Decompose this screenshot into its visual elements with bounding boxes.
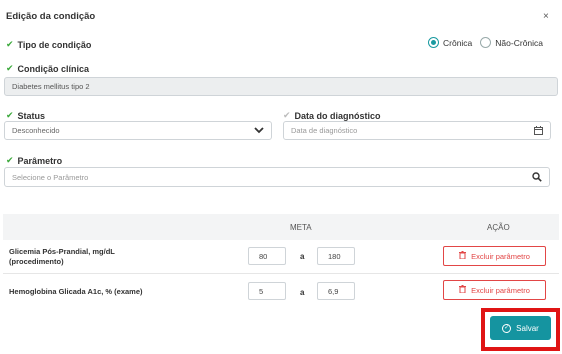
- row-name-line2: (procedimento): [9, 257, 64, 266]
- meta-max-input[interactable]: 180: [317, 247, 355, 265]
- table-row-name: Hemoglobina Glicada A1c, % (exame): [9, 287, 143, 297]
- modal-title: Edição da condição: [6, 11, 96, 22]
- radio-nao-cronica-label[interactable]: Não-Crônica: [495, 38, 543, 48]
- radio-nao-cronica[interactable]: Não-Crônica: [480, 37, 543, 48]
- tipo-condicao-radio-group: Crônica Não-Crônica: [428, 37, 551, 48]
- tipo-condicao-text: Tipo de condição: [17, 39, 92, 50]
- row-name-line1: Glicemia Pós-Prandial, mg/dL: [9, 247, 115, 256]
- data-diagnostico-label: ✔ Data do diagnóstico: [283, 110, 381, 121]
- parametro-placeholder: Selecione o Parâmetro: [12, 172, 89, 182]
- status-select[interactable]: Desconhecido: [4, 121, 272, 140]
- calendar-icon[interactable]: [534, 126, 543, 135]
- data-diagnostico-placeholder: Data de diagnóstico: [291, 126, 358, 135]
- radio-cronica-label[interactable]: Crônica: [443, 38, 472, 48]
- meta-min-input[interactable]: 5: [248, 282, 286, 300]
- row-divider: [3, 273, 559, 274]
- chevron-down-icon[interactable]: [254, 127, 264, 134]
- meta-min-input[interactable]: 80: [248, 247, 286, 265]
- condicao-clinica-value: Diabetes mellitus tipo 2: [12, 82, 90, 91]
- meta-max-input[interactable]: 6,9: [317, 282, 355, 300]
- excluir-parametro-button[interactable]: Excluir parâmetro: [443, 280, 546, 300]
- check-icon: ✔: [6, 39, 14, 49]
- data-diagnostico-input[interactable]: Data de diagnóstico: [283, 121, 551, 140]
- parametro-search-input[interactable]: Selecione o Parâmetro: [4, 167, 550, 187]
- radio-nao-cronica-indicator[interactable]: [480, 37, 492, 48]
- check-icon: ✔: [6, 155, 14, 165]
- condicao-clinica-text: Condição clínica: [17, 63, 90, 74]
- range-separator: a: [300, 288, 305, 297]
- table-header-meta: META: [290, 223, 312, 232]
- status-value: Desconhecido: [12, 126, 60, 135]
- search-icon[interactable]: [532, 172, 542, 182]
- check-icon: ✔: [6, 63, 14, 73]
- check-icon: ✔: [283, 110, 291, 120]
- check-icon: ✔: [6, 110, 14, 120]
- excluir-parametro-label: Excluir parâmetro: [471, 251, 530, 261]
- condicao-clinica-label: ✔ Condição clínica: [6, 63, 89, 74]
- radio-cronica[interactable]: Crônica: [428, 37, 472, 48]
- parametro-label: ✔ Parâmetro: [6, 155, 62, 166]
- data-diagnostico-text: Data do diagnóstico: [294, 110, 381, 121]
- excluir-parametro-label: Excluir parâmetro: [471, 285, 530, 295]
- status-text: Status: [17, 110, 46, 121]
- excluir-parametro-button[interactable]: Excluir parâmetro: [443, 246, 546, 266]
- parametro-text: Parâmetro: [17, 155, 63, 166]
- table-header: META AÇÃO: [3, 214, 559, 240]
- table-row-name: Glicemia Pós-Prandial, mg/dL (procedimen…: [9, 247, 115, 267]
- close-icon[interactable]: ×: [543, 11, 549, 23]
- row-name-line1: Hemoglobina Glicada A1c, % (exame): [9, 287, 143, 296]
- condicao-clinica-field: Diabetes mellitus tipo 2: [4, 77, 558, 96]
- trash-icon: [459, 251, 467, 261]
- check-circle-icon: ✓: [502, 323, 512, 333]
- tipo-condicao-label: ✔ Tipo de condição: [6, 39, 91, 50]
- trash-icon: [459, 285, 467, 295]
- save-button-label: Salvar: [516, 323, 539, 333]
- table-header-acao: AÇÃO: [487, 223, 510, 232]
- radio-cronica-indicator[interactable]: [428, 37, 439, 48]
- save-button[interactable]: ✓ Salvar: [490, 316, 551, 340]
- range-separator: a: [300, 252, 305, 261]
- status-label: ✔ Status: [6, 110, 45, 121]
